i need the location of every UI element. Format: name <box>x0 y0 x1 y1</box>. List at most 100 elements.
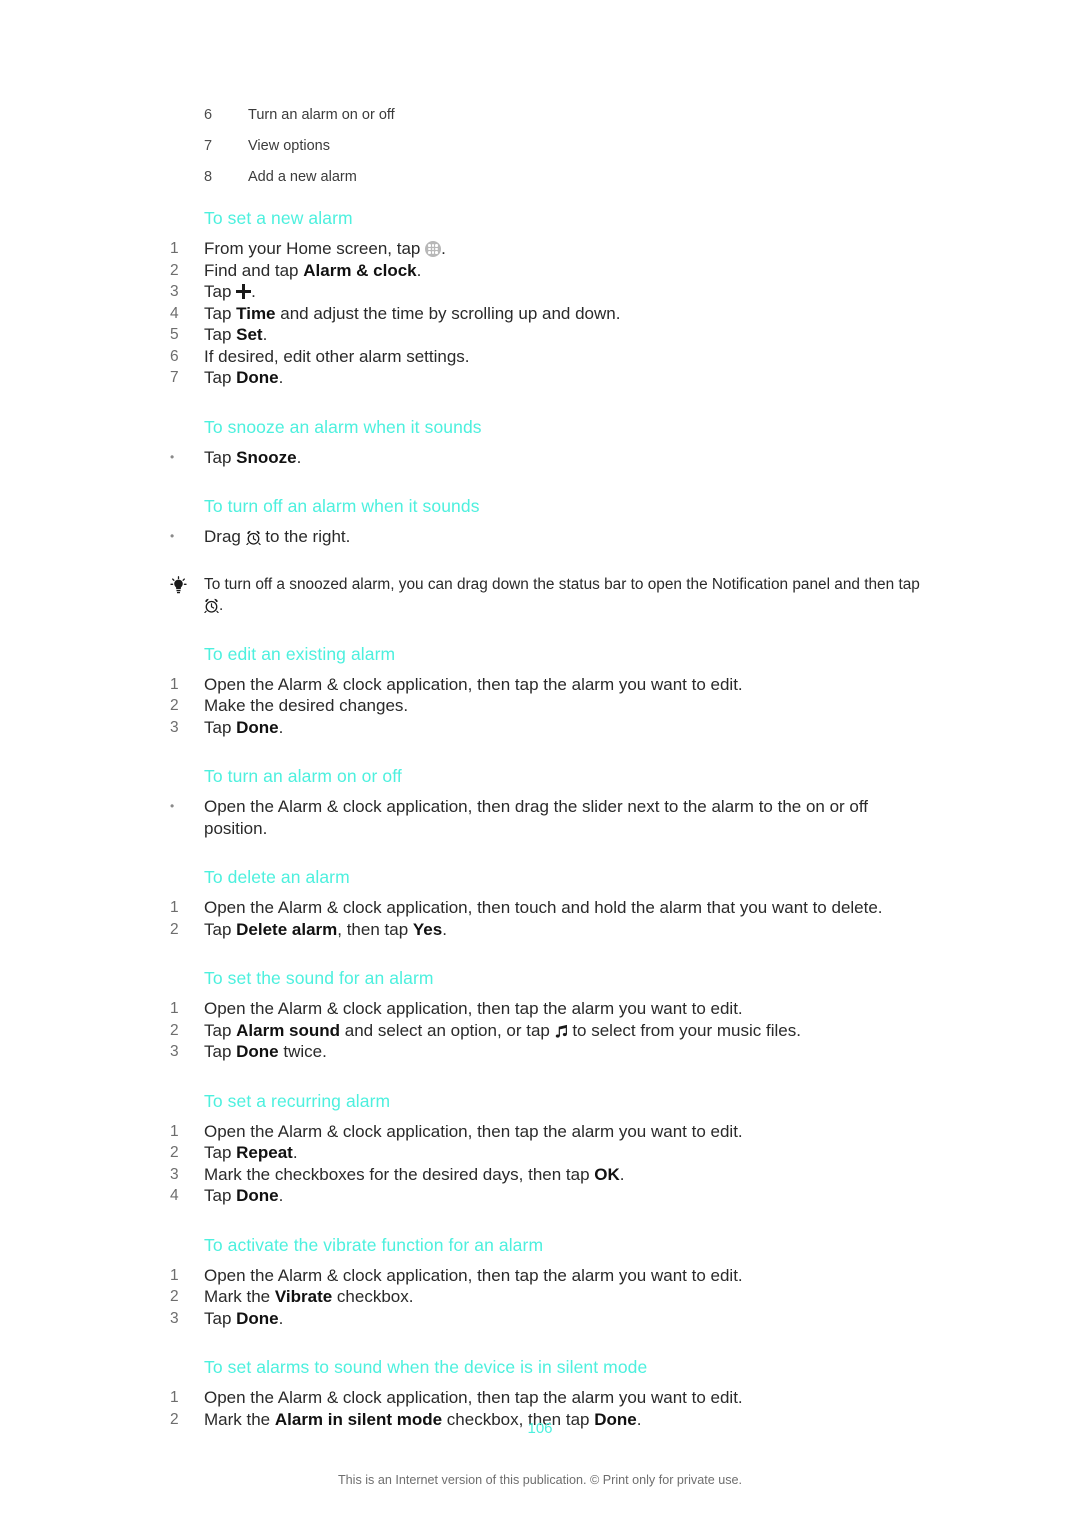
list-item-text: Tap Time and adjust the time by scrollin… <box>204 303 621 323</box>
list-item-text: Tap Done. <box>204 717 284 737</box>
list-item: 3 Tap Done twice. <box>170 1041 930 1063</box>
list-number: 5 <box>170 326 179 343</box>
procedure-section: To set a recurring alarm 1 Open the Alarm … <box>170 1089 930 1207</box>
list-item: 2 Make the desired changes. <box>170 695 930 717</box>
list-item: 1 From your Home screen, tap . <box>170 238 930 260</box>
legend-number: 6 <box>204 107 213 123</box>
list-number: 2 <box>170 261 179 279</box>
list-bullet: • <box>170 529 175 543</box>
bold-term: Alarm & clock <box>303 260 417 280</box>
procedure-section: To activate the vibrate function for an … <box>170 1233 930 1330</box>
section-heading: To turn off an alarm when it sounds <box>204 496 480 516</box>
section-heading: To set a recurring alarm <box>204 1090 391 1111</box>
legend-label: Add a new alarm <box>248 169 357 185</box>
music-note-icon <box>555 1023 568 1038</box>
section-heading: To edit an existing alarm <box>204 643 396 664</box>
list-number: 7 <box>170 369 179 386</box>
list-item-text: Tap Delete alarm, then tap Yes. <box>204 919 447 939</box>
list-item-text: Tap . <box>204 282 256 301</box>
section-heading: To snooze an alarm when it sounds <box>204 416 482 437</box>
bold-term: Set <box>236 325 263 344</box>
bold-term: Snooze <box>236 447 297 467</box>
section-heading: To set a new alarm <box>204 208 353 228</box>
page-number: 106 <box>527 1420 553 1437</box>
legend-label: Turn an alarm on or off <box>248 107 395 123</box>
list-item-text: Open the Alarm & clock application, then… <box>204 898 883 917</box>
legend-row: 8 Add a new alarm <box>204 166 904 197</box>
list-item-text: Find and tap Alarm & clock. <box>204 260 422 280</box>
numbered-list: 1 Open the Alarm & clock application, the… <box>170 897 930 940</box>
bold-term: OK <box>594 1164 620 1184</box>
list-item-text: Make the desired changes. <box>204 696 409 715</box>
list-item: 3 Tap Done. <box>170 717 930 739</box>
list-number: 4 <box>170 304 179 322</box>
list-number: 1 <box>170 899 179 916</box>
list-item: 3 Tap . <box>170 281 930 303</box>
list-item-text: Drag to the right. <box>204 527 351 546</box>
list-item-text: Open the Alarm & clock application, then… <box>204 1388 743 1407</box>
tip-text: To turn off a snoozed alarm, you can dra… <box>204 575 920 614</box>
list-number: 3 <box>170 1165 179 1183</box>
list-item: 6 If desired, edit other alarm settings. <box>170 346 930 368</box>
app-drawer-icon <box>425 241 442 257</box>
numbered-list: 1 From your Home screen, tap . 2 Find and t… <box>170 238 930 389</box>
list-number: 2 <box>170 1288 179 1305</box>
list-item: 1 Open the Alarm & clock application, the… <box>170 897 930 919</box>
numbered-list: 1 Open the Alarm & clock application, the… <box>170 674 930 739</box>
bold-term: Time <box>236 303 276 323</box>
procedure-section: To delete an alarm 1 Open the Alarm & cloc… <box>170 865 930 940</box>
list-item-text: Tap Repeat. <box>204 1143 298 1162</box>
section-heading: To set the sound for an alarm <box>204 968 434 988</box>
procedure-section: To snooze an alarm when it sounds • Tap Sn… <box>170 415 930 469</box>
legend-number: 7 <box>204 138 213 154</box>
bold-term: Yes <box>412 919 443 939</box>
bold-term: Done <box>236 368 279 387</box>
list-item: • Drag to the right. <box>170 526 930 548</box>
list-item: 2 Tap Repeat. <box>170 1142 930 1164</box>
section-heading: To set alarms to sound when the device i… <box>204 1357 648 1377</box>
list-item: 4 Tap Time and adjust the time by scrolli… <box>170 303 930 325</box>
footer-note: This is an Internet version of this publ… <box>337 1473 743 1487</box>
list-item-text: Tap Done. <box>204 368 284 387</box>
numbered-list: 1 Open the Alarm & clock application, the… <box>170 998 930 1063</box>
list-number: 4 <box>170 1187 179 1204</box>
tip-icon-wrapper <box>170 574 204 594</box>
list-item-text: Open the Alarm & clock application, then… <box>204 1121 743 1141</box>
bullet-list: • Drag to the right. <box>170 526 930 548</box>
list-item-text: Open the Alarm & clock application, then… <box>204 999 743 1018</box>
list-number: 2 <box>170 1144 179 1161</box>
list-item: 2 Tap Alarm sound and select an option, o… <box>170 1020 930 1042</box>
procedure-section: To turn an alarm on or off • Open the Alar… <box>170 764 930 839</box>
main-content: To set a new alarm 1 From your Home screen… <box>170 206 930 1456</box>
list-item-text: Open the Alarm & clock application, then… <box>204 1265 743 1285</box>
bold-term: Alarm sound <box>236 1020 341 1040</box>
list-item: 7 Tap Done. <box>170 367 930 389</box>
list-bullet: • <box>170 449 175 464</box>
list-item: 3 Mark the checkboxes for the desired day… <box>170 1164 930 1186</box>
legend-row: 6 Turn an alarm on or off <box>204 104 904 135</box>
list-item-text: Open the Alarm & clock application, then… <box>204 674 743 694</box>
legend-list: 6 Turn an alarm on or off 7 View options 8 Ad… <box>204 104 904 197</box>
legend-number: 8 <box>204 169 213 185</box>
plus-icon <box>236 284 252 299</box>
list-number: 1 <box>170 1122 179 1140</box>
list-item-text: Open the Alarm & clock application, then… <box>204 797 869 838</box>
list-item: 1 Open the Alarm & clock application, the… <box>170 1387 930 1409</box>
list-item-text: Mark the Vibrate checkbox. <box>204 1287 414 1306</box>
list-item-text: Tap Set. <box>204 325 268 344</box>
alarm-clock-icon <box>245 529 261 546</box>
procedure-section: To set alarms to sound when the device i… <box>170 1355 930 1430</box>
list-number: 3 <box>170 718 179 736</box>
section-heading: To turn an alarm on or off <box>204 766 402 786</box>
